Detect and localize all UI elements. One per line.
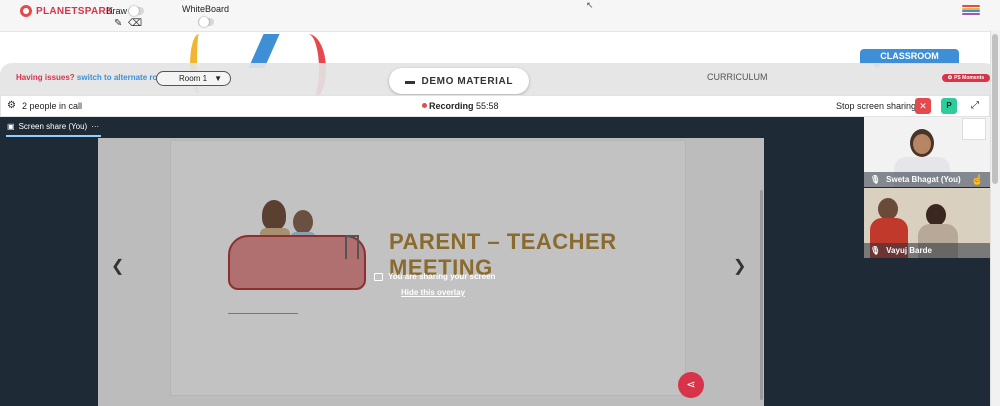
screen-share-label: Screen share (You) — [18, 122, 88, 131]
illustration-ground — [228, 313, 298, 314]
ps-moments-label: PS Moments — [954, 75, 985, 81]
illustration-child-head — [293, 210, 313, 234]
whiteboard-toggle[interactable] — [198, 17, 214, 27]
hamburger-menu-icon[interactable] — [962, 5, 980, 15]
mic-icon[interactable]: 🎙 — [870, 175, 880, 184]
caret-down-icon: ▼ — [214, 74, 222, 83]
draw-label: Draw — [106, 6, 128, 16]
recording-label: Recording — [429, 101, 474, 111]
ps-moments-badge[interactable]: ✪ PS Moments — [942, 74, 990, 82]
moments-icon: ✪ — [947, 75, 953, 81]
tab-curriculum[interactable]: CURRICULUM — [707, 72, 768, 82]
room-select-value: Room 1 — [179, 74, 208, 83]
hand-cursor-icon: ☝ — [971, 175, 984, 186]
tab-screen-share[interactable]: ▣ Screen share (You) ··· — [7, 122, 99, 131]
hide-overlay-link[interactable]: Hide this overlay — [401, 288, 465, 297]
eraser-icon[interactable]: ⌫ — [128, 18, 142, 29]
next-slide-icon[interactable]: ❯ — [733, 256, 746, 276]
participant-head — [878, 198, 898, 220]
recording-dot-icon — [422, 103, 427, 108]
issues-notice: Having issues? switch to alternate room — [16, 73, 169, 82]
previous-slide-icon[interactable]: ❮ — [111, 256, 124, 276]
participant-head-second — [926, 204, 946, 226]
illustration-lamp — [345, 235, 359, 259]
tab-classroom[interactable]: CLASSROOM — [860, 49, 959, 64]
participant-tile[interactable]: 🎙 Vayuj Barde — [864, 188, 990, 258]
participant-face — [913, 134, 931, 154]
participant-name: Vayuj Barde — [886, 246, 932, 255]
sharing-message: You are sharing your screen — [388, 272, 496, 281]
expand-icon[interactable]: ⤢ — [967, 98, 983, 114]
sharing-overlay: You are sharing your screen — [374, 272, 495, 281]
cursor-arrow-icon: ↖ — [586, 0, 594, 10]
whiteboard-label: WhiteBoard — [182, 4, 230, 14]
more-options-icon[interactable]: ··· — [91, 122, 99, 131]
stop-sharing-label: Stop screen sharing — [836, 101, 917, 111]
draw-toggle[interactable] — [128, 6, 144, 16]
participant-name: Sweta Bhagat (You) — [886, 175, 961, 184]
recording-time: 55:58 — [476, 101, 499, 111]
demo-material-button[interactable]: ▬ DEMO MATERIAL — [389, 68, 529, 94]
wall-poster — [962, 118, 986, 140]
gear-icon[interactable]: ⚙ — [7, 100, 16, 111]
logo-mark-icon — [20, 5, 32, 17]
participant-name-bar: 🎙 Vayuj Barde — [864, 243, 990, 258]
pencil-icon[interactable]: ✎ — [114, 18, 122, 29]
page-scrollbar-thumb[interactable] — [992, 34, 998, 184]
slide-scrollbar[interactable] — [760, 190, 763, 400]
stop-sharing-button[interactable]: ✕ — [915, 98, 931, 114]
folder-icon: ▬ — [404, 75, 416, 87]
close-icon: ✕ — [919, 101, 927, 111]
issues-question: Having issues? — [16, 73, 75, 82]
logo-text: PLANETSPARK — [36, 5, 114, 17]
logo: PLANETSPARK — [20, 5, 114, 17]
screen-icon: ▣ — [7, 122, 15, 131]
demo-material-label: DEMO MATERIAL — [421, 75, 514, 87]
share-icon[interactable]: ⋖ — [678, 372, 704, 398]
recording-status: Recording 55:58 — [429, 101, 499, 111]
people-count: 2 people in call — [22, 101, 83, 111]
room-select[interactable]: Room 1 ▼ — [156, 71, 231, 86]
participant-avatar[interactable]: P — [941, 98, 957, 114]
mic-icon[interactable]: 🎙 — [870, 246, 880, 255]
active-tab-indicator — [6, 135, 101, 137]
screen-share-icon — [374, 272, 383, 281]
illustration-parent-head — [262, 200, 286, 230]
top-toolbar — [0, 0, 1000, 32]
